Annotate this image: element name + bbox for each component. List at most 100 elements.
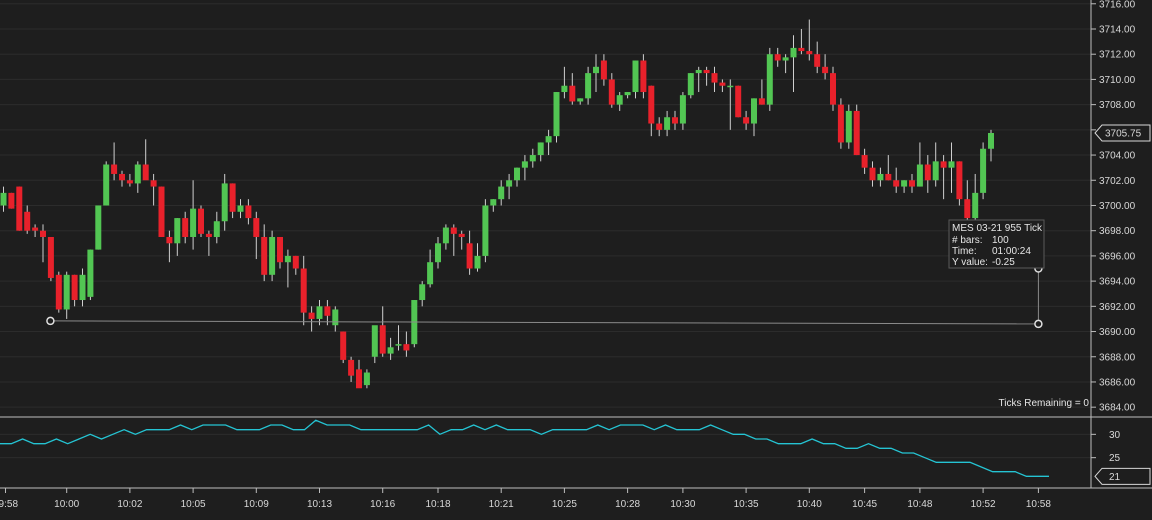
candle[interactable] — [300, 255, 307, 326]
candle[interactable] — [853, 104, 860, 156]
candle[interactable] — [624, 92, 631, 99]
candle[interactable] — [632, 60, 639, 99]
candle[interactable] — [308, 306, 315, 332]
candle[interactable] — [553, 92, 560, 143]
candle[interactable] — [111, 142, 118, 181]
candle[interactable] — [363, 369, 370, 389]
candle[interactable] — [924, 155, 931, 193]
candle[interactable] — [719, 79, 726, 93]
chart-window[interactable]: 3716.003714.003712.003710.003708.003706.… — [0, 0, 1152, 515]
candle[interactable] — [545, 129, 552, 156]
candle[interactable] — [774, 47, 781, 67]
candle[interactable] — [916, 142, 923, 187]
candle[interactable] — [142, 139, 149, 181]
candle[interactable] — [822, 54, 829, 80]
candle[interactable] — [751, 98, 757, 137]
candle[interactable] — [790, 35, 797, 93]
candle[interactable] — [711, 66, 718, 93]
candle[interactable] — [585, 66, 592, 105]
candle[interactable] — [861, 148, 868, 174]
candle[interactable] — [158, 186, 165, 237]
candle[interactable] — [561, 66, 568, 99]
ruler-base-line[interactable] — [50, 320, 1039, 325]
candle[interactable] — [379, 306, 386, 357]
candle[interactable] — [221, 173, 228, 231]
candle[interactable] — [593, 54, 599, 93]
candle[interactable] — [229, 183, 236, 219]
candle[interactable] — [529, 148, 536, 168]
candle[interactable] — [679, 92, 686, 130]
candle[interactable] — [190, 180, 197, 250]
candle[interactable] — [126, 173, 133, 187]
candlestick-series[interactable] — [0, 19, 995, 389]
indicator-panel[interactable]: 30 25 21 — [0, 419, 1151, 485]
candle[interactable] — [735, 85, 742, 118]
candle[interactable] — [16, 186, 23, 231]
candle[interactable] — [411, 300, 418, 348]
candle[interactable] — [648, 85, 655, 137]
time-axis[interactable]: 09:58 10:00 10:02 10:05 10:09 10:13 10:16 10:18… — [0, 488, 1051, 510]
candle[interactable] — [458, 230, 465, 250]
candle[interactable] — [292, 255, 299, 275]
candle[interactable] — [205, 230, 212, 256]
candle[interactable] — [356, 359, 362, 389]
candle[interactable] — [47, 236, 54, 282]
candle[interactable] — [174, 218, 181, 256]
candle[interactable] — [332, 306, 339, 332]
candle[interactable] — [340, 331, 347, 364]
ruler-anchor-handle[interactable] — [1034, 319, 1043, 329]
candle[interactable] — [450, 224, 457, 256]
candle[interactable] — [703, 66, 710, 86]
candle[interactable] — [506, 173, 513, 200]
candle[interactable] — [371, 325, 378, 364]
candle[interactable] — [577, 98, 584, 105]
candle[interactable] — [40, 224, 46, 263]
candle[interactable] — [616, 92, 623, 111]
candle[interactable] — [284, 249, 291, 288]
candle[interactable] — [956, 161, 963, 206]
candle[interactable] — [972, 173, 979, 225]
candle[interactable] — [877, 167, 884, 187]
candle[interactable] — [814, 41, 821, 74]
candle[interactable] — [964, 180, 971, 225]
ruler-drawing-tool[interactable] — [46, 264, 1043, 329]
price-axis[interactable]: 3716.003714.003712.003710.003708.003706.… — [1090, 0, 1151, 488]
candle[interactable] — [261, 224, 268, 282]
candle[interactable] — [940, 155, 947, 200]
candle[interactable] — [466, 230, 473, 275]
candle[interactable] — [95, 205, 102, 250]
candle[interactable] — [119, 170, 125, 187]
candle[interactable] — [758, 79, 765, 105]
chart-canvas[interactable]: 3716.003714.003712.003710.003708.003706.… — [0, 0, 1152, 515]
candle[interactable] — [988, 129, 994, 162]
candle[interactable] — [237, 199, 244, 219]
candle[interactable] — [521, 155, 528, 181]
candle[interactable] — [24, 205, 31, 234]
candle[interactable] — [134, 161, 141, 193]
candle[interactable] — [845, 104, 852, 149]
candle[interactable] — [869, 161, 876, 187]
candle[interactable] — [442, 224, 449, 250]
candle[interactable] — [932, 142, 939, 187]
candle[interactable] — [766, 47, 773, 111]
candle[interactable] — [782, 54, 789, 74]
candle[interactable] — [79, 268, 86, 307]
candle[interactable] — [640, 54, 647, 99]
candle[interactable] — [948, 142, 955, 193]
candle[interactable] — [277, 236, 283, 269]
candle[interactable] — [537, 142, 544, 162]
candle[interactable] — [103, 161, 110, 206]
candle[interactable] — [166, 230, 173, 263]
candle[interactable] — [150, 173, 157, 206]
candle[interactable] — [830, 66, 836, 111]
candle[interactable] — [395, 325, 402, 351]
candle[interactable] — [8, 192, 15, 209]
candle[interactable] — [435, 236, 441, 269]
candle[interactable] — [63, 271, 70, 319]
candle[interactable] — [498, 180, 505, 206]
candle[interactable] — [245, 199, 252, 225]
candle[interactable] — [885, 155, 892, 181]
candle[interactable] — [269, 230, 276, 282]
candle[interactable] — [687, 73, 694, 99]
candle[interactable] — [482, 199, 489, 263]
